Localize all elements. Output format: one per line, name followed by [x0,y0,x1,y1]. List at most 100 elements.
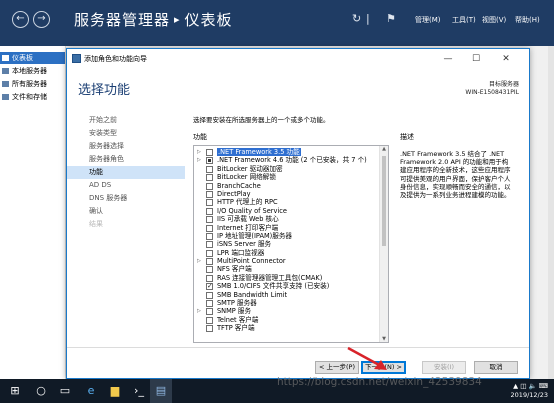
sidebar-item-dashboard[interactable]: 仪表板 [0,52,65,64]
feature-row[interactable]: SMB 1.0/CIFS 文件共享支持 (已安装) [194,282,380,291]
refresh-icon[interactable]: ↻ [352,12,361,25]
menu-manage[interactable]: 管理(M) [415,15,441,25]
feature-row[interactable]: BranchCache [194,182,380,190]
sidebar-item-label: 仪表板 [12,54,33,62]
feature-label: SNMP 服务 [217,307,252,316]
feature-checkbox[interactable] [206,157,213,165]
expand-arrow-icon[interactable]: ▷ [197,307,201,315]
feature-checkbox[interactable] [206,216,213,224]
feature-checkbox[interactable] [206,258,213,266]
internet-explorer-icon[interactable]: e [80,379,102,403]
menu-view[interactable]: 视图(V) [482,15,506,25]
close-button[interactable]: ✕ [496,52,516,66]
wizard-step[interactable]: AD DS [67,179,185,192]
scroll-down-icon[interactable]: ▼ [380,336,388,342]
sidebar-item-label: 文件和存储 [12,93,47,101]
task-view-icon[interactable]: ▭ [54,379,76,403]
wizard-step[interactable]: 服务器选择 [67,140,185,153]
feature-checkbox[interactable] [206,241,213,249]
feature-row[interactable]: LPR 端口监视器 [194,249,380,257]
feature-checkbox[interactable] [206,316,213,324]
feature-checkbox[interactable] [206,274,213,282]
back-arrow-icon[interactable]: ← [12,11,29,28]
feature-label: SMB Bandwidth Limit [217,290,288,299]
powershell-icon[interactable]: ›_ [128,379,150,403]
feature-checkbox[interactable] [206,249,213,257]
server-manager-taskbar-icon[interactable]: ▤ [150,379,172,403]
feature-row[interactable]: IIS 可承载 Web 核心 [194,215,380,224]
expand-arrow-icon[interactable]: ▷ [197,148,201,156]
feature-row[interactable]: SMB Bandwidth Limit [194,291,380,299]
forward-arrow-icon[interactable]: → [33,11,50,28]
dialog-titlebar[interactable]: 添加角色和功能向导 — ☐ ✕ [67,49,529,69]
cancel-button[interactable]: 取消 [474,361,518,374]
expand-arrow-icon[interactable]: ▷ [197,257,201,265]
feature-label: BranchCache [217,181,261,190]
tray-icons: ▲ ◫ 🔈 ⌨ [513,382,548,390]
features-scrollbar[interactable]: ▲ ▼ [379,146,388,342]
feature-checkbox[interactable] [206,174,213,182]
start-windows-icon[interactable]: ⊞ [4,379,26,403]
feature-row[interactable]: RAS 连接管理器管理工具包(CMAK) [194,274,380,282]
feature-row[interactable]: TFTP 客户端 [194,324,380,333]
feature-label: I/O Quality of Service [217,206,287,215]
feature-checkbox[interactable] [206,149,213,156]
feature-row[interactable]: NFS 客户端 [194,265,380,274]
menu-tools[interactable]: 工具(T) [452,15,476,25]
scroll-up-icon[interactable]: ▲ [380,146,388,152]
feature-row[interactable]: HTTP 代理上的 RPC [194,198,380,207]
minimize-button[interactable]: — [438,52,458,66]
feature-checkbox[interactable] [206,232,213,240]
feature-row[interactable]: I/O Quality of Service [194,207,380,215]
search-icon[interactable]: ○ [30,379,52,403]
feature-checkbox[interactable] [206,300,213,308]
sidebar-item-file-storage[interactable]: 文件和存储 [0,91,65,103]
feature-row[interactable]: iSNS Server 服务 [194,240,380,249]
feature-checkbox[interactable] [206,282,213,291]
server-manager-scrollbar[interactable] [548,46,554,379]
wizard-step[interactable]: 确认 [67,205,185,218]
feature-checkbox[interactable] [206,325,213,333]
feature-row[interactable]: ▷ SNMP 服务 [194,307,380,316]
maximize-button[interactable]: ☐ [466,52,486,66]
feature-description: .NET Framework 3.5 结合了 .NET Framework 2.… [400,150,511,200]
flag-icon[interactable]: ⚑ [386,12,396,25]
menu-help[interactable]: 帮助(H) [515,15,540,25]
feature-label: iSNS Server 服务 [217,240,272,249]
target-server-name: WIN-E1508431PIL [465,89,519,96]
breadcrumb-separator: ▸ [174,13,181,26]
wizard-step[interactable]: 功能 [67,166,185,179]
feature-row[interactable]: ▷ .NET Framework 4.6 功能 (2 个已安装，共 7 个) [194,156,380,165]
file-explorer-icon[interactable]: ▆ [104,379,126,403]
wizard-step[interactable]: DNS 服务器 [67,192,185,205]
tray-date: 2019/12/23 [510,391,548,399]
feature-row[interactable]: BitLocker 驱动器加密 [194,165,380,173]
wizard-step[interactable]: 安装类型 [67,127,185,140]
sidebar-item-local-server[interactable]: 本地服务器 [0,65,65,77]
feature-row[interactable]: Internet 打印客户端 [194,224,380,232]
install-button[interactable]: 安装(I) [422,361,466,374]
feature-checkbox[interactable] [206,224,213,232]
feature-checkbox[interactable] [206,182,213,190]
feature-checkbox[interactable] [206,199,213,207]
wizard-step: 结果 [89,220,103,228]
scroll-thumb[interactable] [382,156,386,246]
feature-label: Telnet 客户端 [217,315,259,324]
feature-checkbox[interactable] [206,266,213,274]
features-list-box: ▷ .NET Framework 3.5 功能 ▷ .NET Framework 4.… [193,145,389,343]
feature-checkbox[interactable] [206,165,213,173]
sidebar-item-all-servers[interactable]: 所有服务器 [0,78,65,90]
wizard-step[interactable]: 服务器角色 [67,153,185,166]
wizard-step[interactable]: 开始之前 [67,114,185,127]
feature-label: LPR 端口监视器 [217,248,265,257]
dialog-title: 添加角色和功能向导 [84,55,147,63]
app-title: 服务器管理器 [74,11,171,29]
feature-checkbox[interactable] [206,308,213,316]
expand-arrow-icon[interactable]: ▷ [197,156,201,164]
feature-checkbox[interactable] [206,291,213,299]
feature-row[interactable]: Telnet 客户端 [194,316,380,324]
feature-checkbox[interactable] [206,190,213,198]
feature-label: BitLocker 驱动器加密 [217,164,283,173]
feature-checkbox[interactable] [206,207,213,215]
feature-row[interactable]: BitLocker 网络解锁 [194,173,380,182]
